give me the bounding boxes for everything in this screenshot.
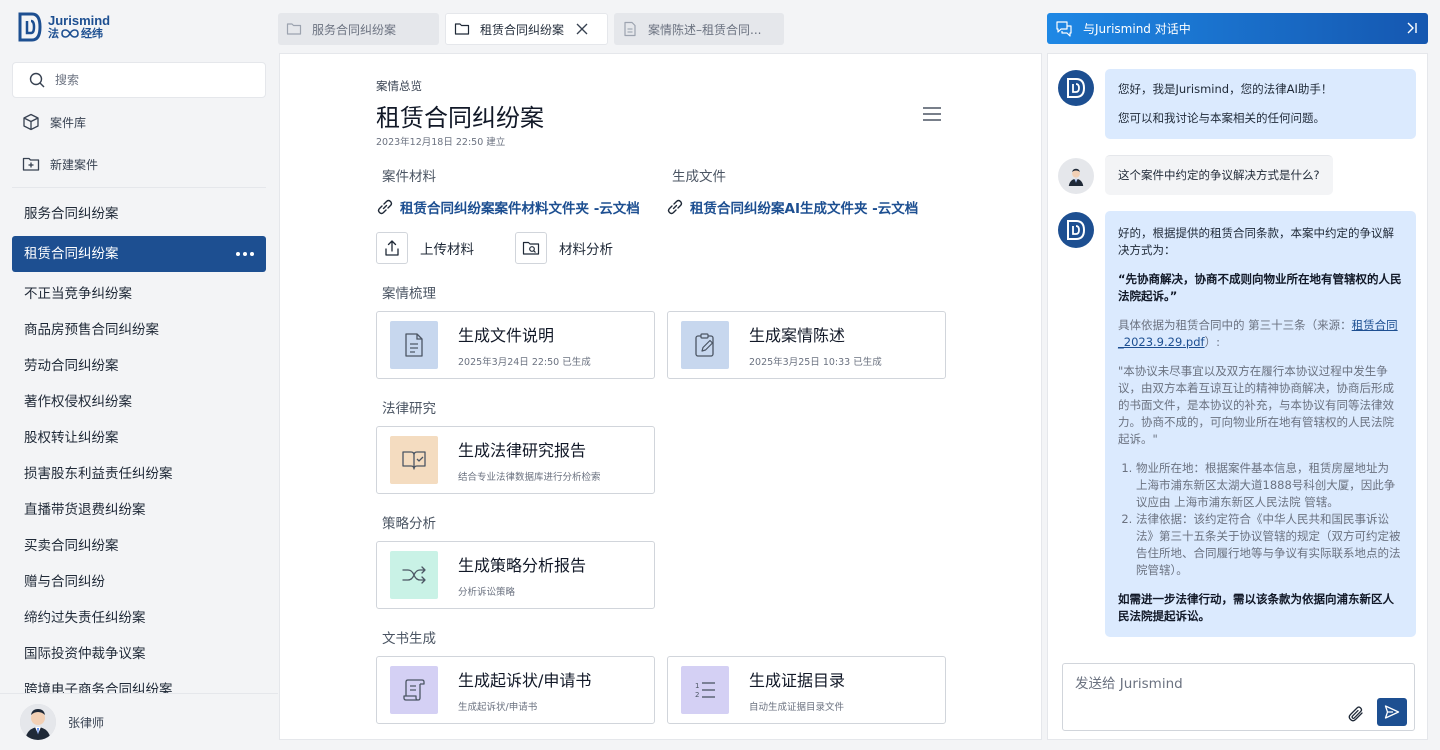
numbered-list-icon: 12 xyxy=(695,682,715,699)
jurismind-logo-icon xyxy=(1067,78,1086,98)
svg-text:1: 1 xyxy=(695,682,699,690)
chat-input-box xyxy=(1062,663,1415,731)
section-docs: 文书生成 xyxy=(382,631,436,647)
tab-lease-contract[interactable]: 租赁合同纠纷案 xyxy=(445,13,608,45)
folder-search-icon xyxy=(522,241,540,255)
chat-header-title: 与Jurismind 对话中 xyxy=(1083,22,1191,36)
search-box[interactable] xyxy=(12,62,266,98)
generate-case-statement-card[interactable]: 生成案情陈述 2025年3月25日 10:33 已生成 xyxy=(667,311,946,379)
folder-icon xyxy=(454,23,470,35)
created-date: 2023年12月18日 22:50 建立 xyxy=(376,137,506,148)
case-item[interactable]: 损害股东利益责任纠纷案 xyxy=(12,456,266,492)
case-item[interactable]: 跨境电子商务合同纠纷案 xyxy=(12,672,266,693)
generate-file-explanation-card[interactable]: 生成文件说明 2025年3月24日 22:50 已生成 xyxy=(376,311,655,379)
sidebar-divider xyxy=(12,187,266,188)
assistant-avatar xyxy=(1058,212,1094,248)
case-item[interactable]: 国际投资仲裁争议案 xyxy=(12,636,266,672)
svg-text:2: 2 xyxy=(695,691,699,699)
upload-icon xyxy=(385,240,399,256)
file-text-icon xyxy=(405,333,423,357)
case-item[interactable]: 劳动合同纠纷案 xyxy=(12,348,266,384)
tab-service-contract[interactable]: 服务合同纠纷案 xyxy=(278,13,439,45)
section-generated: 生成文件 xyxy=(672,169,726,185)
new-case-label: 新建案件 xyxy=(50,157,99,172)
upload-materials-button[interactable]: 上传材料 xyxy=(376,232,474,264)
folder-plus-icon xyxy=(22,157,40,171)
case-library-button[interactable]: 案件库 xyxy=(22,113,86,131)
cube-icon xyxy=(23,113,39,131)
ai-folder-link[interactable]: 租赁合同纠纷案AI生成文件夹 -云文档 xyxy=(666,197,918,217)
case-item[interactable]: 商品房预售合同纠纷案 xyxy=(12,312,266,348)
sidebar: Jurismind 法 经纬 案件库 新建案件 服务合同纠纷案 租赁合同纠纷案 … xyxy=(0,0,278,750)
collapse-panel-icon[interactable] xyxy=(1404,20,1420,36)
materials-folder-link[interactable]: 租赁合同纠纷案案件材料文件夹 -云文档 xyxy=(376,197,640,217)
book-check-icon xyxy=(402,451,426,470)
analyze-materials-button[interactable]: 材料分析 xyxy=(515,232,613,264)
shuffle-icon xyxy=(402,566,426,584)
generate-legal-research-card[interactable]: 生成法律研究报告 结合专业法律数据库进行分析检索 xyxy=(376,426,655,494)
menu-icon[interactable] xyxy=(922,106,942,122)
generate-evidence-list-card[interactable]: 12 生成证据目录 自动生成证据目录文件 xyxy=(667,656,946,724)
assistant-message: 您好，我是Jurismind，您的法律AI助手！ 您可以和我讨论与本案相关的任何… xyxy=(1105,69,1416,139)
section-strategy: 策略分析 xyxy=(382,516,436,532)
user-avatar xyxy=(1058,158,1094,194)
send-icon xyxy=(1384,705,1400,719)
section-research: 法律研究 xyxy=(382,401,436,417)
case-item[interactable]: 股权转让纠纷案 xyxy=(12,420,266,456)
case-item-active[interactable]: 租赁合同纠纷案 xyxy=(12,236,266,272)
search-input[interactable] xyxy=(55,73,235,87)
section-review: 案情梳理 xyxy=(382,286,436,302)
generate-complaint-card[interactable]: 生成起诉状/申请书 生成起诉状/申请书 xyxy=(376,656,655,724)
case-item[interactable]: 不正当竞争纠纷案 xyxy=(12,276,266,312)
avatar xyxy=(20,704,56,740)
answer-points: 物业所在地：根据案件基本信息，租赁房屋地址为 上海市浦东新区太湖大道1888号科… xyxy=(1118,460,1403,579)
link-icon xyxy=(667,199,683,215)
assistant-avatar xyxy=(1058,70,1094,106)
clipboard-edit-icon xyxy=(695,333,714,357)
infinity-icon xyxy=(61,29,79,39)
chat-bubbles-icon xyxy=(1056,20,1072,37)
more-options-icon[interactable] xyxy=(236,252,254,256)
case-item[interactable]: 买卖合同纠纷案 xyxy=(12,528,266,564)
search-icon xyxy=(29,72,45,88)
link-icon xyxy=(377,199,393,215)
section-materials: 案件材料 xyxy=(382,169,436,185)
jurismind-logo-icon xyxy=(18,12,42,42)
answer-basis: 具体依据为租赁合同中的 第三十三条（来源：租赁合同_2023.9.29.pdf）… xyxy=(1118,318,1398,349)
case-item[interactable]: 著作权侵权纠纷案 xyxy=(12,384,266,420)
folder-icon xyxy=(286,23,302,35)
new-case-button[interactable]: 新建案件 xyxy=(22,155,98,173)
case-library-label: 案件库 xyxy=(50,115,87,130)
case-item[interactable]: 缔约过失责任纠纷案 xyxy=(12,600,266,636)
case-list: 服务合同纠纷案 租赁合同纠纷案 不正当竞争纠纷案 商品房预售合同纠纷案 劳动合同… xyxy=(12,196,266,693)
page-title: 租赁合同纠纷案 xyxy=(376,104,544,132)
chat-panel: 您好，我是Jurismind，您的法律AI助手！ 您可以和我讨论与本案相关的任何… xyxy=(1047,53,1428,740)
user-profile[interactable]: 张律师 xyxy=(0,693,278,750)
user-message: 这个案件中约定的争议解决方式是什么? xyxy=(1105,155,1333,195)
paperclip-icon[interactable] xyxy=(1347,705,1365,723)
tab-case-statement[interactable]: 案情陈述–租赁合同... xyxy=(614,13,784,45)
document-icon xyxy=(624,21,636,37)
user-name: 张律师 xyxy=(68,715,105,730)
chat-header: 与Jurismind 对话中 xyxy=(1047,13,1428,44)
scroll-icon xyxy=(403,679,425,701)
case-item[interactable]: 服务合同纠纷案 xyxy=(12,196,266,232)
case-item[interactable]: 赠与合同纠纷 xyxy=(12,564,266,600)
case-overview-panel: 案情总览 租赁合同纠纷案 2023年12月18日 22:50 建立 案件材料 生… xyxy=(279,53,1042,740)
generate-strategy-report-card[interactable]: 生成策略分析报告 分析诉讼策略 xyxy=(376,541,655,609)
case-item[interactable]: 直播带货退费纠纷案 xyxy=(12,492,266,528)
assistant-answer: 好的，根据提供的租赁合同条款，本案中约定的争议解决方式为： “先协商解决，协商不… xyxy=(1105,211,1416,637)
chat-input[interactable] xyxy=(1075,672,1345,694)
brand-logo[interactable]: Jurismind 法 经纬 xyxy=(18,12,110,42)
page-eyebrow: 案情总览 xyxy=(376,79,422,93)
close-icon[interactable] xyxy=(575,22,589,36)
brand-name-cn: 法 经纬 xyxy=(48,27,103,41)
send-button[interactable] xyxy=(1377,698,1407,726)
jurismind-logo-icon xyxy=(1067,220,1086,240)
brand-name-en: Jurismind xyxy=(48,13,111,29)
